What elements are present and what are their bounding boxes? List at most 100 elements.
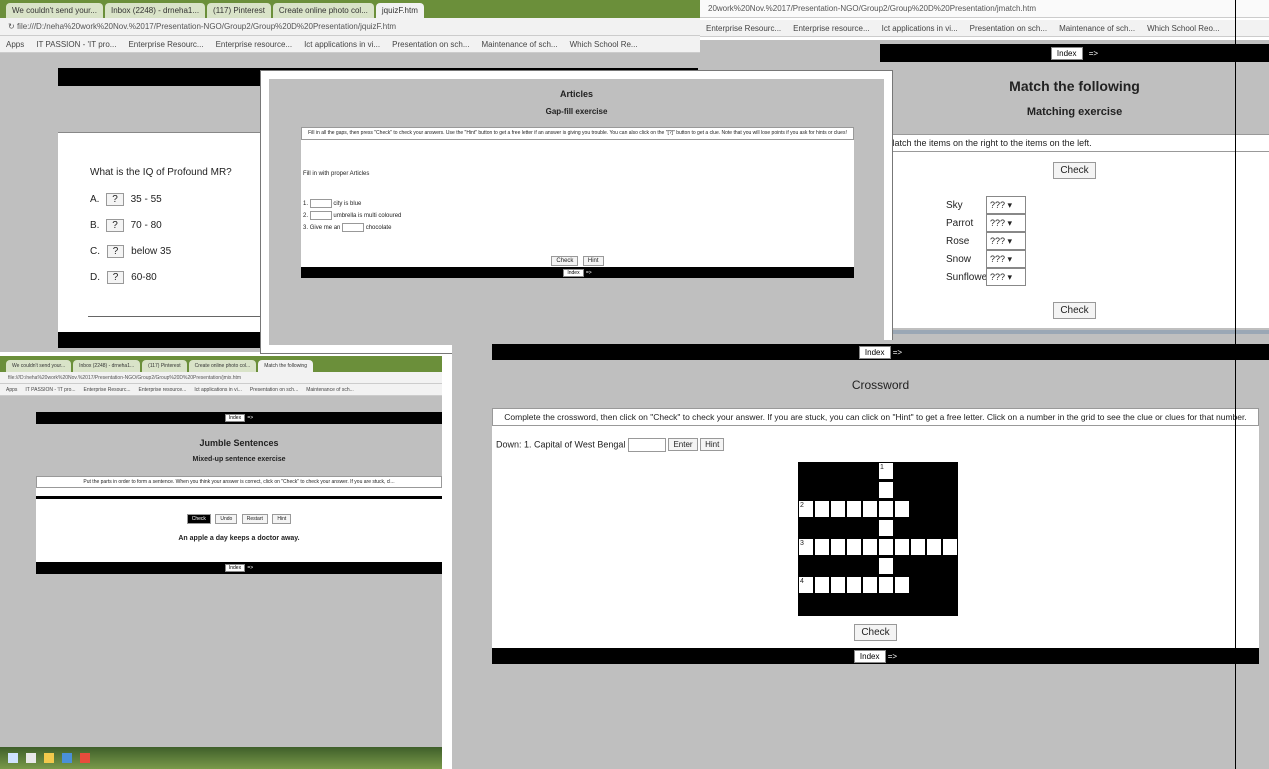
start-icon[interactable] <box>8 753 18 763</box>
grid-cell[interactable] <box>814 538 830 556</box>
bookmark[interactable]: Maintenance of sch... <box>482 36 558 52</box>
bookmark[interactable]: Maintenance of sch... <box>306 384 354 395</box>
index-button[interactable]: Index <box>563 269 584 277</box>
bookmark[interactable]: Presentation on sch... <box>250 384 298 395</box>
taskbar-app-icon[interactable] <box>26 753 36 763</box>
bookmark[interactable]: IT PASSION - 'IT pro... <box>25 384 75 395</box>
grid-cell[interactable] <box>878 500 894 518</box>
next-link[interactable]: => <box>893 348 902 357</box>
check-button[interactable]: Check <box>854 624 897 641</box>
answer-button[interactable]: ? <box>106 271 125 284</box>
hint-button[interactable]: Hint <box>272 514 292 524</box>
bookmark[interactable]: Maintenance of sch... <box>1059 20 1135 36</box>
gap-input[interactable] <box>309 199 332 208</box>
browser-tab[interactable]: We couldn't send your... <box>6 360 72 372</box>
grid-cell[interactable] <box>862 538 878 556</box>
answer-button[interactable]: ? <box>106 219 124 232</box>
quiz-address-bar[interactable]: ↻ file:///D:/neha%20work%20Nov.%2017/Pre… <box>0 18 700 36</box>
index-button[interactable]: Index <box>224 414 246 422</box>
answer-button[interactable]: ? <box>106 193 124 206</box>
bookmark[interactable]: Ict applications in vi... <box>194 384 242 395</box>
reload-icon[interactable]: ↻ <box>8 22 15 31</box>
bookmark[interactable]: IT PASSION - 'IT pro... <box>36 36 116 52</box>
bookmark[interactable]: Enterprise resource... <box>793 20 869 36</box>
bookmark[interactable]: Enterprise resource... <box>216 36 292 52</box>
grid-cell[interactable] <box>878 519 894 537</box>
browser-tab-active[interactable]: jquizF.htm <box>375 3 424 18</box>
index-button[interactable]: Index <box>224 564 246 572</box>
taskbar-app-icon[interactable] <box>44 753 54 763</box>
grid-cell-1[interactable]: 1 <box>878 462 894 480</box>
check-button[interactable]: Check <box>1053 162 1096 179</box>
answer-button[interactable]: ? <box>106 245 125 258</box>
match-address-bar[interactable]: 20work%20Nov.%2017/Presentation-NGO/Grou… <box>700 0 1269 18</box>
next-link[interactable]: => <box>888 652 897 661</box>
grid-cell-3[interactable]: 3 <box>798 538 814 556</box>
bookmark[interactable]: Apps <box>6 36 24 52</box>
hint-button[interactable]: Hint <box>582 256 604 266</box>
grid-cell[interactable] <box>926 538 942 556</box>
bookmark[interactable]: Enterprise Resourc... <box>84 384 131 395</box>
browser-tab[interactable]: Inbox (2248) - drneha1... <box>73 360 141 372</box>
grid-cell[interactable] <box>878 538 894 556</box>
index-button[interactable]: Index <box>1050 47 1083 60</box>
grid-cell[interactable] <box>878 557 894 575</box>
next-link[interactable]: => <box>586 270 592 276</box>
answer-input[interactable] <box>627 438 666 452</box>
grid-cell[interactable] <box>830 500 846 518</box>
jumble-address-bar[interactable]: file:///D:/neha%20work%20Nov.%2017/Prese… <box>0 372 442 384</box>
grid-cell[interactable] <box>846 500 862 518</box>
hint-button[interactable]: Hint <box>700 438 725 452</box>
check-button[interactable]: Check <box>1053 302 1096 319</box>
bookmark[interactable]: Presentation on sch... <box>970 20 1047 36</box>
index-button[interactable]: Index <box>858 346 891 359</box>
answer-select[interactable]: ??? ▾ <box>986 232 1026 250</box>
undo-button[interactable]: Undo <box>215 514 238 524</box>
browser-tab[interactable]: (117) Pinterest <box>207 3 271 18</box>
taskbar-app-icon[interactable] <box>62 753 72 763</box>
grid-cell[interactable] <box>862 500 878 518</box>
grid-cell[interactable] <box>942 538 958 556</box>
gap-input[interactable] <box>342 223 365 232</box>
browser-tab[interactable]: (117) Pinterest <box>142 360 187 372</box>
taskbar-app-icon[interactable] <box>80 753 90 763</box>
bookmark[interactable]: Ict applications in vi... <box>882 20 958 36</box>
bookmark[interactable]: Ict applications in vi... <box>304 36 380 52</box>
grid-cell[interactable] <box>814 576 830 594</box>
enter-button[interactable]: Enter <box>668 438 698 452</box>
index-button[interactable]: Index <box>853 650 886 663</box>
restart-button[interactable]: Restart <box>241 514 268 524</box>
check-button[interactable]: Check <box>186 514 211 524</box>
answer-select[interactable]: ??? ▾ <box>986 250 1026 268</box>
grid-cell-2[interactable]: 2 <box>798 500 814 518</box>
next-link[interactable]: => <box>1089 49 1098 58</box>
grid-cell[interactable] <box>814 500 830 518</box>
check-button[interactable]: Check <box>551 256 579 266</box>
bookmark[interactable]: Enterprise resource... <box>139 384 187 395</box>
gap-input[interactable] <box>309 211 332 220</box>
grid-cell[interactable] <box>894 538 910 556</box>
browser-tab-active[interactable]: Match the following <box>258 360 313 372</box>
browser-tab[interactable]: We couldn't send your... <box>6 3 103 18</box>
grid-cell[interactable] <box>894 576 910 594</box>
bookmark[interactable]: Which School Reo... <box>1147 20 1219 36</box>
browser-tab[interactable]: Inbox (2248) - drneha1... <box>104 3 206 18</box>
answer-select[interactable]: ??? ▾ <box>986 214 1026 232</box>
grid-cell[interactable] <box>878 481 894 499</box>
bookmark[interactable]: Which School Re... <box>570 36 638 52</box>
grid-cell[interactable] <box>894 500 910 518</box>
grid-cell[interactable] <box>878 576 894 594</box>
bookmark[interactable]: Enterprise Resourc... <box>128 36 203 52</box>
browser-tab[interactable]: Create online photo col... <box>188 360 257 372</box>
answer-select[interactable]: ??? ▾ <box>986 196 1026 214</box>
next-link[interactable]: => <box>247 415 253 421</box>
browser-tab[interactable]: Create online photo col... <box>272 3 374 18</box>
answer-select[interactable]: ??? ▾ <box>986 268 1026 286</box>
bookmark[interactable]: Enterprise Resourc... <box>706 20 781 36</box>
grid-cell[interactable] <box>910 538 926 556</box>
next-link[interactable]: => <box>247 565 253 571</box>
grid-cell[interactable] <box>862 576 878 594</box>
bookmark[interactable]: Apps <box>6 384 17 395</box>
bookmark[interactable]: Presentation on sch... <box>392 36 469 52</box>
grid-cell[interactable] <box>830 538 846 556</box>
